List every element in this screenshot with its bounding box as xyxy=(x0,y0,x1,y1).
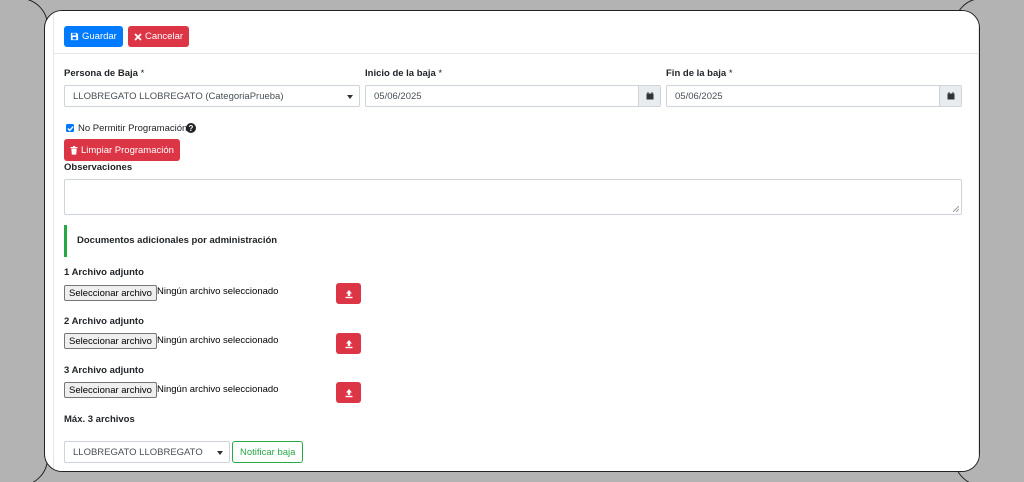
start-date-label-text: Inicio de la baja xyxy=(365,68,436,79)
help-icon[interactable]: ? xyxy=(186,123,196,133)
end-date-label-text: Fin de la baja xyxy=(666,68,727,79)
save-button-label: Guardar xyxy=(82,31,117,42)
person-required-mark: * xyxy=(140,68,145,79)
resize-handle-icon[interactable] xyxy=(953,206,959,212)
no-schedule-label[interactable]: No Permitir Programación xyxy=(78,123,187,134)
app-screen: Guardar Cancelar Persona de Baja * LLOBR… xyxy=(44,10,980,472)
attachment-2-choose-button[interactable]: Seleccionar archivo xyxy=(64,333,157,349)
calendar-icon xyxy=(646,92,653,100)
documents-section-header: Documentos adicionales por administració… xyxy=(64,225,962,257)
end-date-label: Fin de la baja * xyxy=(666,68,733,79)
no-schedule-checkbox[interactable] xyxy=(66,124,74,132)
upload-icon xyxy=(345,339,352,348)
start-date-label: Inicio de la baja * xyxy=(365,68,442,79)
start-date-input[interactable]: 05/06/2025 xyxy=(365,85,661,107)
end-date-value: 05/06/2025 xyxy=(675,90,723,102)
upload-icon xyxy=(345,388,352,397)
notify-recipient-value: LLOBREGATO LLOBREGATO xyxy=(73,446,203,458)
end-date-input[interactable]: 05/06/2025 xyxy=(666,85,962,107)
chevron-down-icon xyxy=(347,95,353,99)
trash-icon xyxy=(70,145,78,155)
start-date-picker-button[interactable] xyxy=(638,86,660,106)
attachment-2-label: 2 Archivo adjunto xyxy=(64,316,144,327)
attachment-3-status: Ningún archivo seleccionado xyxy=(157,384,279,395)
attachment-3-upload-button[interactable] xyxy=(336,382,361,403)
attachment-2-status: Ningún archivo seleccionado xyxy=(157,335,279,346)
form-card: Guardar Cancelar Persona de Baja * LLOBR… xyxy=(53,11,979,471)
upload-icon xyxy=(345,289,352,298)
documents-section-title: Documentos adicionales por administració… xyxy=(77,235,278,246)
end-required-mark: * xyxy=(728,68,733,79)
toolbar: Guardar Cancelar xyxy=(54,11,978,54)
attachment-1-status: Ningún archivo seleccionado xyxy=(157,286,279,297)
check-icon xyxy=(66,125,74,131)
cancel-button[interactable]: Cancelar xyxy=(128,26,190,47)
floppy-disk-icon xyxy=(70,32,79,41)
close-icon xyxy=(134,32,142,41)
attachment-2-upload-button[interactable] xyxy=(336,333,361,354)
attachment-1-choose-button[interactable]: Seleccionar archivo xyxy=(64,285,157,301)
cancel-button-label: Cancelar xyxy=(145,31,184,42)
start-required-mark: * xyxy=(438,68,443,79)
person-label: Persona de Baja * xyxy=(64,68,144,79)
attachment-1-label: 1 Archivo adjunto xyxy=(64,267,144,278)
device-bezel-left xyxy=(0,0,48,482)
attachment-3-choose-button[interactable]: Seleccionar archivo xyxy=(64,382,157,398)
attachment-3-label: 3 Archivo adjunto xyxy=(64,365,144,376)
save-button[interactable]: Guardar xyxy=(64,26,123,47)
max-files-note: Máx. 3 archivos xyxy=(64,414,135,425)
clear-schedule-button[interactable]: Limpiar Programación xyxy=(64,139,180,161)
person-select[interactable]: LLOBREGATO LLOBREGATO (CategoriaPrueba) xyxy=(64,85,360,107)
observations-textarea[interactable] xyxy=(64,179,962,215)
notify-recipient-select[interactable]: LLOBREGATO LLOBREGATO xyxy=(64,441,230,463)
end-date-picker-button[interactable] xyxy=(939,86,961,106)
calendar-icon xyxy=(947,92,954,100)
notify-button[interactable]: Notificar baja xyxy=(232,441,304,463)
observations-label: Observaciones xyxy=(64,162,133,173)
clear-schedule-label: Limpiar Programación xyxy=(81,144,174,156)
chevron-down-icon xyxy=(217,451,223,455)
person-select-value: LLOBREGATO LLOBREGATO (CategoriaPrueba) xyxy=(73,90,284,102)
person-label-text: Persona de Baja xyxy=(64,68,138,79)
start-date-value: 05/06/2025 xyxy=(374,90,422,102)
attachment-1-upload-button[interactable] xyxy=(336,283,361,304)
